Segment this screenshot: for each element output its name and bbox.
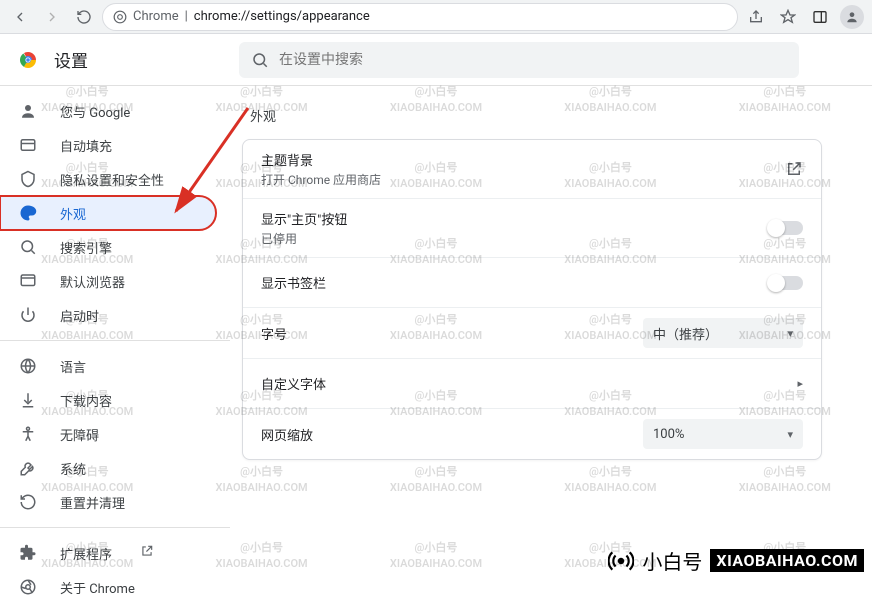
sidebar-item-on-startup[interactable]: 启动时: [0, 298, 216, 332]
sidebar-item-languages[interactable]: 语言: [0, 349, 216, 383]
back-button[interactable]: [6, 3, 34, 31]
sidebar-item-label: 外观: [60, 204, 86, 223]
sidebar-item-label: 语言: [60, 357, 86, 376]
watermark-footer-cn: 小白号: [642, 546, 702, 575]
share-icon: [748, 9, 764, 25]
chrome-icon: [113, 10, 127, 24]
row-secondary: 打开 Chrome 应用商店: [261, 171, 785, 188]
sidebar-item-accessibility[interactable]: 无障碍: [0, 417, 216, 451]
sidebar-separator: [0, 527, 230, 528]
row-show-home-button: 显示"主页"按钮 已停用: [243, 198, 821, 257]
person-icon: [18, 102, 38, 120]
reload-button[interactable]: [70, 3, 98, 31]
row-font-size: 字号 中（推荐） ▾: [243, 307, 821, 358]
search-icon: [18, 238, 38, 256]
toggle-bookmarks-bar[interactable]: [769, 276, 803, 290]
accessibility-icon: [18, 425, 38, 443]
browser-icon: [18, 272, 38, 290]
download-icon: [18, 391, 38, 409]
page-title: 设置: [54, 47, 239, 72]
sidebar-item-downloads[interactable]: 下载内容: [0, 383, 216, 417]
sidepanel-button[interactable]: [806, 3, 834, 31]
sidebar-item-system[interactable]: 系统: [0, 451, 216, 485]
sidebar-item-label: 默认浏览器: [60, 272, 125, 291]
sidebar-item-label: 启动时: [60, 306, 99, 325]
row-primary: 网页缩放: [261, 425, 643, 444]
sidebar-item-extensions[interactable]: 扩展程序: [0, 536, 216, 570]
sidebar-separator: [0, 340, 230, 341]
avatar-icon: [840, 5, 864, 29]
reset-icon: [18, 493, 38, 511]
arrow-left-icon: [12, 9, 28, 25]
appearance-card: 主题背景 打开 Chrome 应用商店 显示"主页"按钮 已停用 显示书签栏: [242, 139, 822, 460]
broadcast-icon: [608, 548, 634, 574]
reload-icon: [76, 9, 92, 25]
chevron-down-icon: ▾: [787, 428, 793, 441]
sidebar-item-reset[interactable]: 重置并清理: [0, 485, 216, 519]
row-secondary: 已停用: [261, 230, 769, 247]
power-icon: [18, 306, 38, 324]
sidebar-item-label: 系统: [60, 459, 86, 478]
sidebar-item-label: 自动填充: [60, 136, 112, 155]
chrome-logo-icon: [16, 48, 40, 72]
url-scheme: Chrome: [133, 9, 179, 24]
autofill-icon: [18, 136, 38, 154]
settings-search-input[interactable]: [279, 52, 787, 68]
select-value: 100%: [653, 427, 684, 442]
sidebar-item-label: 无障碍: [60, 425, 99, 444]
sidebar-item-label: 搜索引擎: [60, 238, 112, 257]
palette-icon: [18, 204, 38, 222]
watermark-footer-en: XIAOBAIHAO.COM: [716, 551, 858, 570]
extension-icon: [18, 544, 38, 562]
sidebar-item-label: 下载内容: [60, 391, 112, 410]
open-external-icon[interactable]: [785, 160, 803, 178]
row-primary: 显示书签栏: [261, 273, 769, 292]
wrench-icon: [18, 459, 38, 477]
url-path: chrome://settings/appearance: [194, 9, 370, 24]
chevron-right-icon: ▸: [797, 377, 803, 390]
font-size-select[interactable]: 中（推荐） ▾: [643, 318, 803, 348]
sidebar-item-label: 重置并清理: [60, 493, 125, 512]
row-primary: 主题背景: [261, 150, 785, 169]
globe-icon: [18, 357, 38, 375]
annotation-arrow: [118, 103, 258, 243]
row-primary: 字号: [261, 324, 643, 343]
sidebar-item-label: 关于 Chrome: [60, 578, 135, 597]
row-primary: 自定义字体: [261, 374, 797, 393]
page-zoom-select[interactable]: 100% ▾: [643, 419, 803, 449]
watermark-footer: 小白号 XIAOBAIHAO.COM: [608, 546, 864, 575]
row-theme[interactable]: 主题背景 打开 Chrome 应用商店: [243, 140, 821, 198]
open-external-icon: [140, 544, 154, 562]
arrow-right-icon: [44, 9, 60, 25]
select-value: 中（推荐）: [653, 324, 718, 343]
search-icon: [251, 51, 269, 69]
star-icon: [780, 9, 796, 25]
row-show-bookmarks-bar: 显示书签栏: [243, 257, 821, 307]
panel-icon: [812, 9, 828, 25]
settings-search[interactable]: [239, 42, 799, 78]
forward-button[interactable]: [38, 3, 66, 31]
omnibox[interactable]: Chrome | chrome://settings/appearance: [102, 3, 738, 31]
row-primary: 显示"主页"按钮: [261, 209, 769, 228]
toggle-home-button[interactable]: [769, 221, 803, 235]
chevron-down-icon: ▾: [787, 327, 793, 340]
profile-button[interactable]: [838, 3, 866, 31]
bookmark-button[interactable]: [774, 3, 802, 31]
shield-icon: [18, 170, 38, 188]
row-customize-fonts[interactable]: 自定义字体 ▸: [243, 358, 821, 408]
section-title: 外观: [250, 106, 844, 125]
share-button[interactable]: [742, 3, 770, 31]
sidebar-item-default-browser[interactable]: 默认浏览器: [0, 264, 216, 298]
url-divider: |: [185, 9, 188, 24]
row-page-zoom: 网页缩放 100% ▾: [243, 408, 821, 459]
sidebar-item-about-chrome[interactable]: 关于 Chrome: [0, 570, 216, 604]
sidebar-item-label: 扩展程序: [60, 544, 112, 563]
